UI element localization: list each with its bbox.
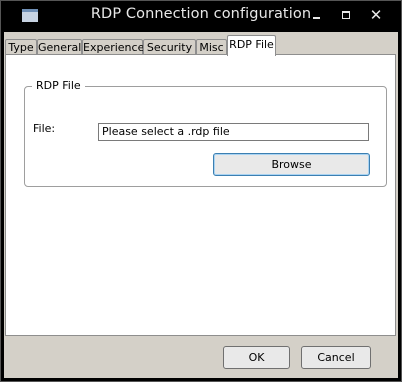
title-bar[interactable]: RDP Connection configuration ✕	[0, 0, 402, 32]
close-button[interactable]: ✕	[367, 6, 385, 24]
file-path-field[interactable]: Please select a .rdp file	[98, 123, 369, 141]
file-label: File:	[33, 122, 56, 135]
groupbox-title: RDP File	[32, 79, 85, 92]
tab-panel-rdp-file: RDP File File: Please select a .rdp file…	[5, 54, 396, 336]
tab-general[interactable]: General	[37, 39, 82, 55]
cancel-button[interactable]: Cancel	[301, 346, 371, 369]
minimize-icon	[312, 17, 320, 19]
browse-button[interactable]: Browse	[213, 153, 370, 176]
tab-misc[interactable]: Misc	[196, 39, 227, 55]
tab-type[interactable]: Type	[5, 39, 37, 55]
rdp-file-groupbox: RDP File File: Please select a .rdp file…	[24, 79, 387, 187]
close-icon: ✕	[369, 6, 383, 24]
dialog-body: Type General Experience Security Misc RD…	[4, 32, 398, 378]
maximize-icon	[342, 11, 350, 19]
maximize-button[interactable]	[337, 6, 355, 24]
tab-security[interactable]: Security	[143, 39, 196, 55]
minimize-button[interactable]	[307, 6, 325, 24]
ok-button[interactable]: OK	[223, 346, 290, 369]
tab-experience[interactable]: Experience	[82, 39, 144, 55]
tab-rdp-file[interactable]: RDP File	[227, 35, 276, 56]
